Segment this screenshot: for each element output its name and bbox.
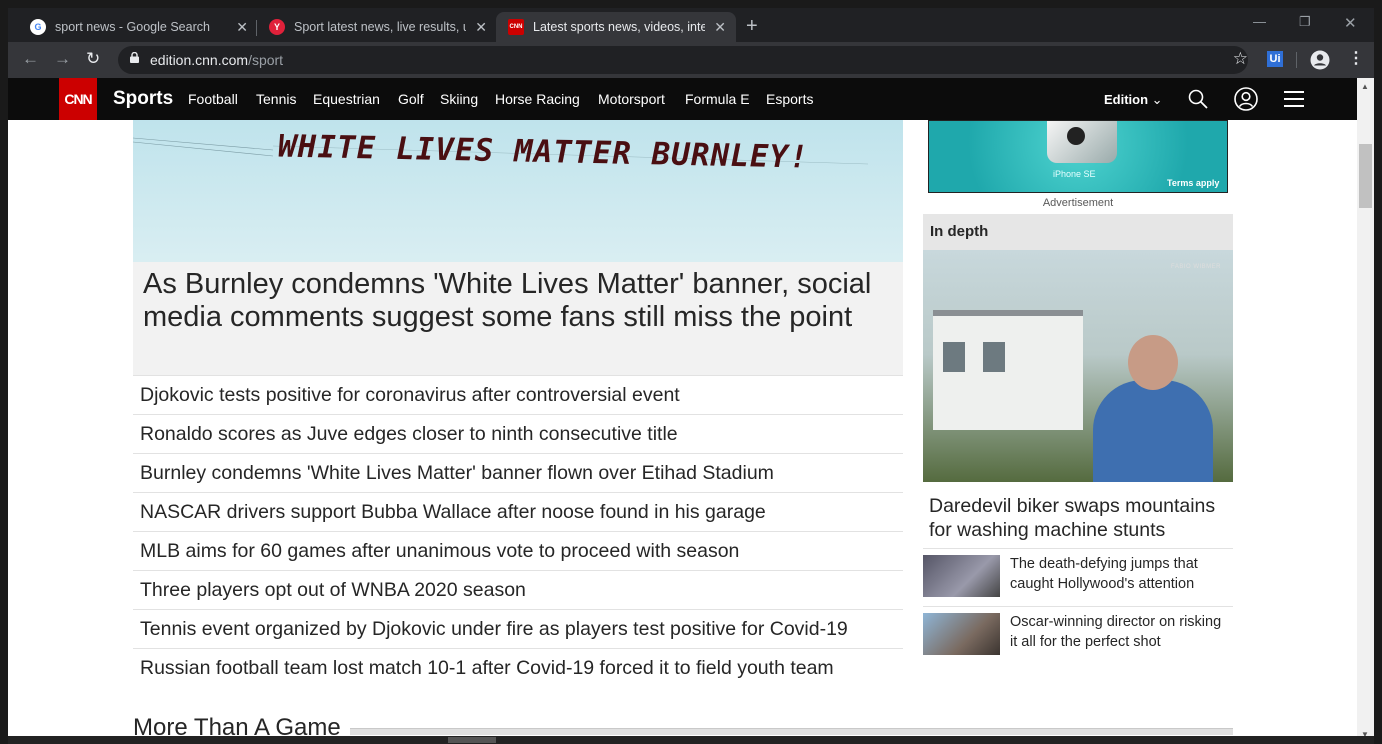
ad-product-text: iPhone SE — [1053, 169, 1096, 179]
restore-icon[interactable]: ❐ — [1299, 14, 1311, 30]
scroll-up-arrow-icon[interactable]: ▲ — [1361, 82, 1369, 91]
horizontal-scrollbar-thumb[interactable] — [448, 737, 496, 743]
nav-link-equestrian[interactable]: Equestrian — [313, 91, 380, 107]
close-tab-icon[interactable]: ✕ — [236, 19, 248, 36]
story-link[interactable]: Ronaldo scores as Juve edges closer to n… — [133, 414, 903, 453]
close-tab-icon[interactable]: ✕ — [714, 19, 726, 36]
in-depth-item[interactable]: The death-defying jumps that caught Holl… — [923, 548, 1233, 606]
forward-arrow-icon[interactable]: → — [54, 49, 71, 69]
spectator-graphic — [1093, 380, 1213, 482]
profile-avatar-icon[interactable] — [1310, 50, 1330, 70]
search-icon[interactable] — [1188, 89, 1208, 109]
ad-terms: Terms apply — [1167, 178, 1220, 188]
head-graphic — [1128, 335, 1178, 390]
horizontal-scrollbar[interactable] — [8, 736, 1374, 744]
url-path: /sport — [248, 52, 284, 68]
advertisement-label: Advertisement — [1042, 197, 1114, 209]
tab-strip: G sport news - Google Search ✕ Y Sport l… — [8, 8, 1374, 42]
url-text: edition.cnn.com/sport — [150, 52, 283, 68]
sports-section-link[interactable]: Sports — [113, 88, 173, 110]
in-depth-item-title[interactable]: The death-defying jumps that caught Holl… — [1010, 555, 1225, 594]
nav-link-tennis[interactable]: Tennis — [256, 91, 296, 107]
story-link[interactable]: Tennis event organized by Djokovic under… — [133, 609, 903, 648]
toolbar-divider — [1296, 52, 1297, 68]
nav-link-golf[interactable]: Golf — [398, 91, 424, 107]
featured-video-thumbnail[interactable]: FABIO WIBMER — [923, 250, 1233, 482]
story-link[interactable]: Djokovic tests positive for coronavirus … — [133, 375, 903, 414]
edition-label: Edition — [1104, 92, 1149, 107]
video-credit: FABIO WIBMER — [1170, 264, 1221, 270]
window-graphic — [983, 342, 1005, 372]
vertical-scrollbar[interactable]: ▲ ▼ — [1357, 78, 1374, 744]
story-link[interactable]: MLB aims for 60 games after unanimous vo… — [133, 531, 903, 570]
browser-menu-kebab-icon[interactable]: ⋮ — [1348, 48, 1364, 68]
story-link[interactable]: NASCAR drivers support Bubba Wallace aft… — [133, 492, 903, 531]
nav-link-motorsport[interactable]: Motorsport — [598, 91, 665, 107]
nav-link-skiing[interactable]: Skiing — [440, 91, 478, 107]
tab-title: Sport latest news, live results, upc — [294, 20, 466, 34]
thumbnail-image — [923, 613, 1000, 655]
browser-window: G sport news - Google Search ✕ Y Sport l… — [8, 8, 1374, 744]
tab-yahoo-sport[interactable]: Y Sport latest news, live results, upc ✕ — [257, 12, 497, 42]
cnn-icon: CNN — [508, 19, 524, 35]
tab-title: Latest sports news, videos, interv — [533, 20, 705, 34]
close-window-icon[interactable]: ✕ — [1344, 14, 1357, 32]
back-arrow-icon[interactable]: ← — [22, 49, 39, 69]
google-g-icon: G — [30, 19, 46, 35]
close-tab-icon[interactable]: ✕ — [475, 19, 487, 36]
hamburger-menu-icon[interactable] — [1284, 90, 1304, 108]
uipath-extension-icon[interactable]: Ui — [1267, 51, 1283, 67]
nav-link-esports[interactable]: Esports — [766, 91, 813, 107]
in-depth-heading: In depth — [923, 214, 1233, 250]
reload-icon[interactable]: ↻ — [86, 49, 100, 69]
story-link[interactable]: Russian football team lost match 10-1 af… — [133, 648, 903, 687]
advertisement-banner[interactable]: iPhone SE Terms apply — [928, 120, 1228, 193]
tab-google-search[interactable]: G sport news - Google Search ✕ — [18, 12, 258, 42]
nav-link-football[interactable]: Football — [188, 91, 238, 107]
lead-headline[interactable]: As Burnley condemns 'White Lives Matter'… — [143, 268, 893, 334]
yahoo-sport-icon: Y — [269, 19, 285, 35]
bookmark-star-icon[interactable]: ☆ — [1233, 49, 1248, 69]
cnn-logo[interactable]: CNN — [59, 78, 97, 120]
edition-dropdown[interactable]: Edition ⌄ — [1104, 92, 1163, 108]
account-icon[interactable] — [1234, 87, 1258, 111]
section-divider — [350, 728, 1233, 735]
story-link[interactable]: Burnley condemns 'White Lives Matter' ba… — [133, 453, 903, 492]
scrollbar-thumb[interactable] — [1359, 144, 1372, 208]
hero-image[interactable]: WHITE LIVES MATTER BURNLEY! — [133, 120, 903, 262]
chevron-down-icon: ⌄ — [1151, 92, 1163, 107]
in-depth-item-title[interactable]: Oscar-winning director on risking it all… — [1010, 613, 1225, 652]
nav-link-horse-racing[interactable]: Horse Racing — [495, 91, 580, 107]
url-host: edition.cnn.com — [150, 52, 249, 68]
story-link[interactable]: Three players opt out of WNBA 2020 seaso… — [133, 570, 903, 609]
address-bar[interactable]: edition.cnn.com/sport ☆ — [118, 46, 1248, 74]
tab-cnn-sport[interactable]: CNN Latest sports news, videos, interv ✕ — [496, 12, 736, 42]
new-tab-plus-icon[interactable]: + — [746, 15, 758, 38]
camera-lens-graphic — [1067, 127, 1085, 145]
cnn-navbar: CNN Sports Football Tennis Equestrian Go… — [8, 78, 1357, 120]
in-depth-item[interactable]: Oscar-winning director on risking it all… — [923, 606, 1233, 664]
thumbnail-image — [923, 555, 1000, 597]
ad-product: iPhone SE — [1053, 169, 1096, 179]
tab-title: sport news - Google Search — [55, 20, 210, 34]
browser-toolbar: ← → ↻ edition.cnn.com/sport ☆ Ui ⋮ — [8, 42, 1374, 78]
featured-headline[interactable]: Daredevil biker swaps mountains for wash… — [929, 494, 1234, 542]
nav-link-formula-e[interactable]: Formula E — [685, 91, 750, 107]
lead-story[interactable]: As Burnley condemns 'White Lives Matter'… — [133, 262, 903, 376]
lock-icon — [130, 52, 139, 63]
minimize-icon[interactable]: — — [1253, 14, 1266, 29]
window-graphic — [943, 342, 965, 372]
